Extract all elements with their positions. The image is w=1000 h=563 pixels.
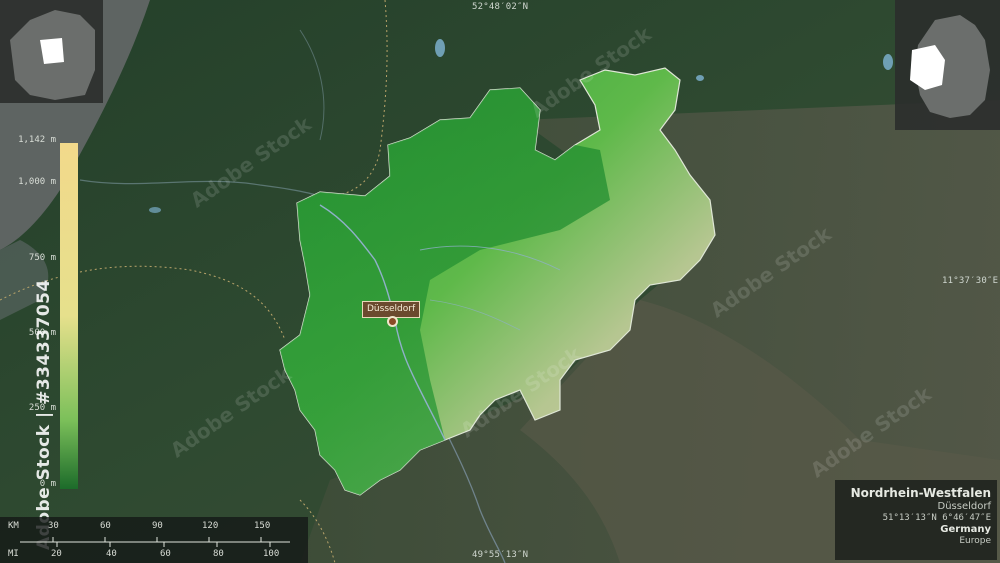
scale-km-tick: 30 [48,521,59,531]
legend-tick-label: 1,142 m [18,135,56,145]
capital-coordinates: 51°13′13″N 6°46′47″E [882,513,991,523]
scale-mi-unit: MI [8,549,19,559]
coordinate-label-right: 11°37′30″E [942,276,999,286]
coordinate-label-top: 52°48′02″N [472,2,529,12]
scale-mi-tick: 20 [51,549,62,559]
stock-id-watermark: Adobe Stock | #334337054 [34,279,54,550]
elevation-color-bar [60,143,78,489]
scale-ruler [20,537,290,547]
city-marker[interactable] [387,316,398,327]
scale-km-tick: 120 [202,521,219,531]
terrain-map [0,0,1000,563]
region-info-box: Nordrhein-Westfalen Düsseldorf 51°13′13″… [835,480,997,560]
capital-name: Düsseldorf [937,501,992,512]
coordinate-label-bottom: 49°55′13″N [472,550,529,560]
region-name: Nordrhein-Westfalen [850,486,991,500]
continent-name: Europe [959,536,991,546]
scale-km-tick: 90 [152,521,163,531]
scale-km-tick: 150 [254,521,271,531]
scale-km-tick: 60 [100,521,111,531]
scale-bar: KM 30 60 90 120 150 MI 20 40 60 80 100 [0,517,308,563]
legend-tick-label: 1,000 m [18,177,56,187]
scale-mi-tick: 40 [106,549,117,559]
scale-mi-tick: 60 [160,549,171,559]
country-name: Germany [940,524,991,535]
map-view[interactable]: 52°48′02″N 49°55′13″N 11°37′30″E Adobe S… [0,0,1000,563]
legend-tick-label: 750 m [28,253,56,263]
scale-mi-tick: 80 [213,549,224,559]
scale-km-unit: KM [8,521,19,531]
scale-mi-tick: 100 [263,549,280,559]
